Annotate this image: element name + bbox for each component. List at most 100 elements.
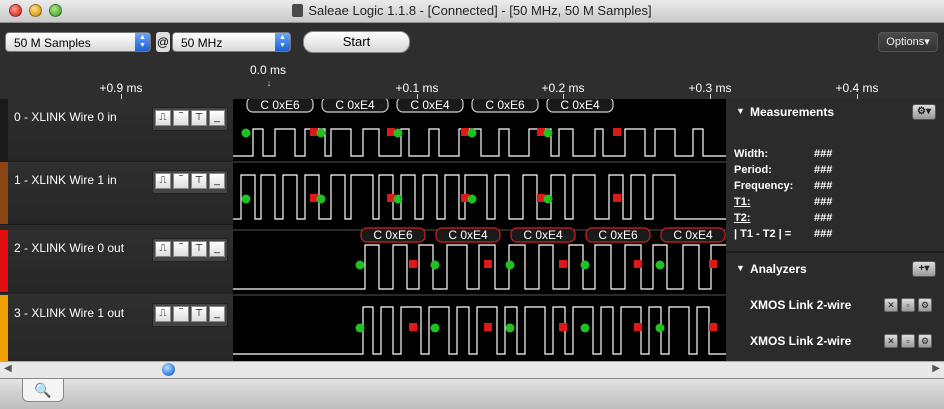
decoder-bubble[interactable]: C 0xE4 <box>510 227 576 243</box>
measure-label[interactable]: T1: <box>734 196 751 208</box>
start-marker <box>580 323 590 333</box>
sample-rate-select[interactable]: 50 MHz ▲ ▼ <box>172 32 291 52</box>
start-marker <box>430 323 440 333</box>
decoder-label: C 0xE4 <box>410 99 450 112</box>
add-analyzer-button[interactable]: +▾ <box>912 261 936 277</box>
rising-edge-trigger-icon[interactable]: ⎍ <box>155 241 171 257</box>
trigger-buttons: ⎍ ‾ ⊤ _ <box>152 238 228 262</box>
channel-color-bar <box>0 99 8 161</box>
decoder-bubble[interactable]: C 0xE4 <box>546 96 614 113</box>
low-level-trigger-icon[interactable]: _ <box>209 241 225 257</box>
start-button[interactable]: Start <box>303 31 410 53</box>
rising-edge-trigger-icon[interactable]: ⎍ <box>155 173 171 189</box>
horizontal-scrollbar[interactable]: ◀ ▶ <box>0 361 944 378</box>
measure-label: Width: <box>734 148 769 160</box>
gear-icon[interactable]: ⚙ <box>918 334 932 348</box>
decoder-bubble[interactable]: C 0xE4 <box>396 96 464 113</box>
start-marker <box>505 323 515 333</box>
scroll-right-icon[interactable]: ▶ <box>932 363 940 374</box>
gear-icon[interactable]: ⚙ <box>918 298 932 312</box>
channel-name: 1 - XLINK Wire 1 in <box>14 173 117 187</box>
analyzers-header[interactable]: ▼ Analyzers +▾ <box>726 256 944 282</box>
low-level-trigger-icon[interactable]: _ <box>209 110 225 126</box>
low-level-trigger-icon[interactable]: _ <box>209 173 225 189</box>
measurements-header[interactable]: ▼ Measurements ⚙▾ <box>726 99 944 125</box>
close-icon[interactable]: ✕ <box>884 334 898 348</box>
collapse-icon[interactable]: ▫ <box>901 334 915 348</box>
stop-marker <box>484 323 492 331</box>
channel-name: 3 - XLINK Wire 1 out <box>14 306 125 320</box>
ruler-label: +0.1 ms <box>395 81 439 95</box>
collapse-icon[interactable]: ▫ <box>901 298 915 312</box>
waveform-view[interactable]: C 0xE6 C 0xE4 C 0xE4 C 0xE6 C 0xE4 C 0xE… <box>233 96 726 361</box>
analyzer-item[interactable]: XMOS Link 2-wire ✕ ▫ ⚙ <box>726 289 944 319</box>
decoder-label: C 0xE4 <box>673 228 713 242</box>
stop-marker <box>409 323 417 331</box>
channel-row-1[interactable]: 1 - XLINK Wire 1 in ⎍ ‾ ⊤ _ <box>0 162 233 225</box>
measure-label: Period: <box>734 164 772 176</box>
close-icon[interactable]: ✕ <box>884 298 898 312</box>
trigger-buttons: ⎍ ‾ ⊤ _ <box>152 170 228 194</box>
channel-list: 0 - XLINK Wire 0 in ⎍ ‾ ⊤ _ 1 - XLINK Wi… <box>0 99 233 362</box>
analyzer-name: XMOS Link 2-wire <box>750 334 852 348</box>
falling-edge-trigger-icon[interactable]: ⊤ <box>191 110 207 126</box>
start-marker <box>241 194 251 204</box>
rising-edge-trigger-icon[interactable]: ⎍ <box>155 306 171 322</box>
measure-value: ### <box>814 212 833 224</box>
search-icon: 🔍 <box>34 382 52 398</box>
start-marker <box>505 260 515 270</box>
measurements-gear-button[interactable]: ⚙▾ <box>912 104 936 120</box>
channel-0-waveform <box>233 128 726 157</box>
decoder-bubble[interactable]: C 0xE6 <box>246 96 314 113</box>
sample-rate-value: 50 MHz <box>181 36 223 50</box>
stop-marker <box>559 323 567 331</box>
channel-name: 0 - XLINK Wire 0 in <box>14 110 117 124</box>
window-title-area: Saleae Logic 1.1.8 - [Connected] - [50 M… <box>0 3 944 18</box>
start-marker <box>655 260 665 270</box>
decoder-bubble[interactable]: C 0xE6 <box>360 227 426 243</box>
channel-row-3[interactable]: 3 - XLINK Wire 1 out ⎍ ‾ ⊤ _ <box>0 295 233 362</box>
stop-marker <box>484 260 492 268</box>
decoder-bubble[interactable]: C 0xE6 <box>471 96 539 113</box>
decoder-label: C 0xE6 <box>373 228 413 242</box>
start-marker <box>430 260 440 270</box>
high-level-trigger-icon[interactable]: ‾ <box>173 173 189 189</box>
low-level-trigger-icon[interactable]: _ <box>209 306 225 322</box>
decoder-bubble[interactable]: C 0xE4 <box>321 96 389 113</box>
stop-marker <box>709 323 717 331</box>
options-button[interactable]: Options▾ <box>878 32 938 52</box>
falling-edge-trigger-icon[interactable]: ⊤ <box>191 173 207 189</box>
search-tab[interactable]: 🔍 <box>22 379 64 402</box>
falling-edge-trigger-icon[interactable]: ⊤ <box>191 241 207 257</box>
channel-1-waveform <box>233 174 726 220</box>
high-level-trigger-icon[interactable]: ‾ <box>173 110 189 126</box>
sample-count-select[interactable]: 50 M Samples ▲ ▼ <box>5 32 151 52</box>
measure-label[interactable]: T2: <box>734 212 751 224</box>
start-marker <box>543 128 553 138</box>
ruler-zero-label: 0.0 ms <box>249 63 287 77</box>
decoder-label: C 0xE4 <box>335 99 375 112</box>
decoder-bubble[interactable]: C 0xE4 <box>660 227 726 243</box>
start-marker <box>580 260 590 270</box>
panel-divider <box>726 251 944 253</box>
stop-marker <box>613 194 621 202</box>
high-level-trigger-icon[interactable]: ‾ <box>173 241 189 257</box>
decoder-label: C 0xE6 <box>598 228 638 242</box>
chevron-updown-icon: ▲ ▼ <box>135 33 150 51</box>
measure-value: ### <box>814 164 833 176</box>
scroll-left-icon[interactable]: ◀ <box>4 363 12 374</box>
time-ruler: 0.0 ms ↓ +0.9 ms +0.1 ms +0.2 ms +0.3 ms… <box>0 61 944 99</box>
analyzer-item[interactable]: XMOS Link 2-wire ✕ ▫ ⚙ <box>726 325 944 355</box>
decoder-bubble[interactable]: C 0xE6 <box>585 227 651 243</box>
scroll-thumb[interactable] <box>162 363 175 376</box>
high-level-trigger-icon[interactable]: ‾ <box>173 306 189 322</box>
falling-edge-trigger-icon[interactable]: ⊤ <box>191 306 207 322</box>
rising-edge-trigger-icon[interactable]: ⎍ <box>155 110 171 126</box>
stop-marker <box>613 128 621 136</box>
trigger-buttons: ⎍ ‾ ⊤ _ <box>152 107 228 131</box>
decoder-bubble[interactable]: C 0xE4 <box>435 227 501 243</box>
channel-row-0[interactable]: 0 - XLINK Wire 0 in ⎍ ‾ ⊤ _ <box>0 99 233 162</box>
channel-row-2[interactable]: 2 - XLINK Wire 0 out ⎍ ‾ ⊤ _ <box>0 230 233 293</box>
bottom-bar: 🔍 <box>0 378 944 409</box>
stop-marker <box>634 260 642 268</box>
